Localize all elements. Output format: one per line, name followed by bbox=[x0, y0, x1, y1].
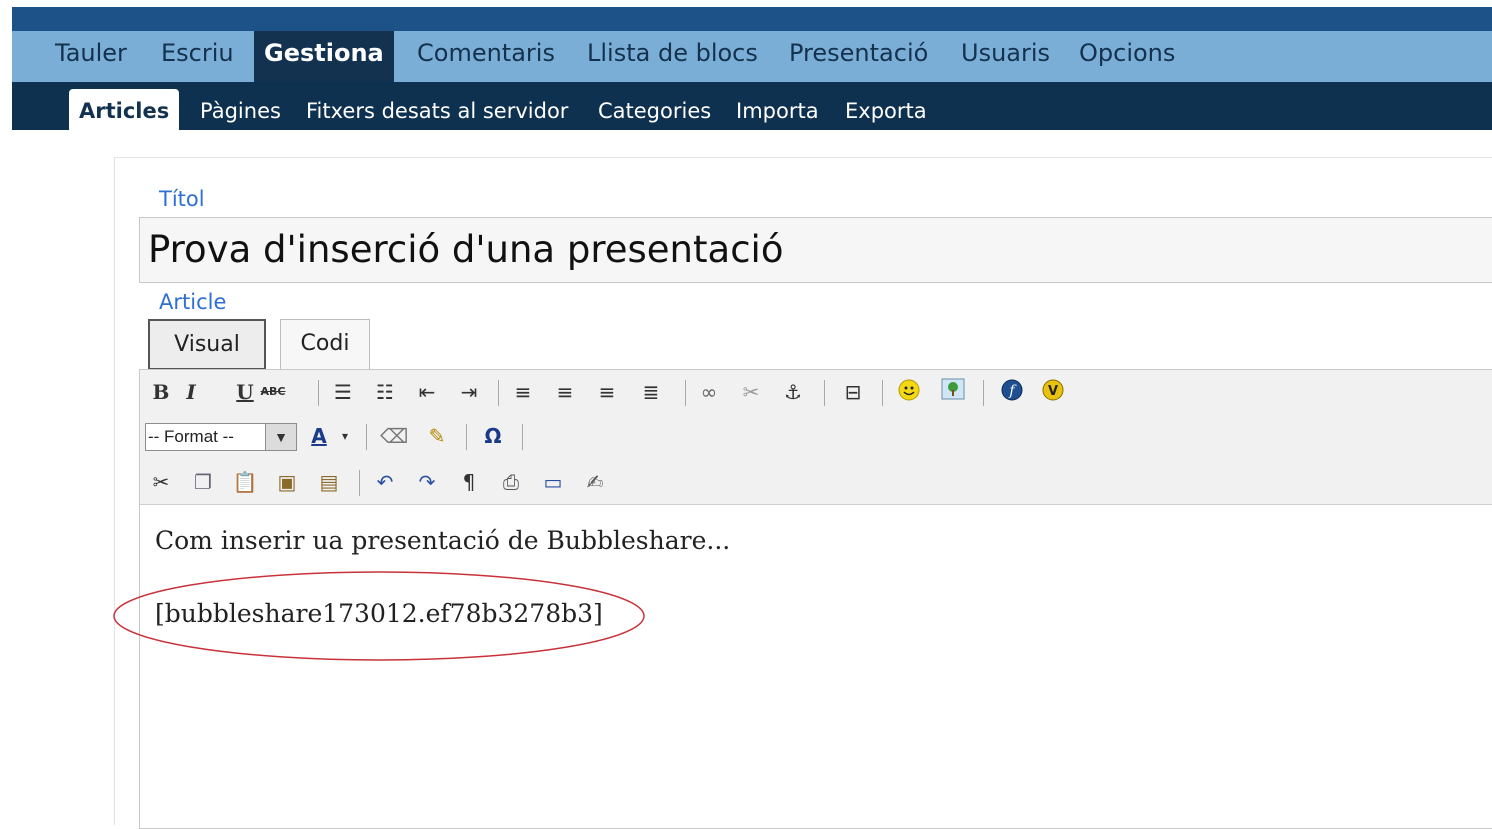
underline-icon[interactable]: U bbox=[232, 378, 258, 406]
left-margin bbox=[0, 0, 12, 824]
editor-toolbar: B I U ABC ☰ ☷ ⇤ ⇥ ≡ ≡ ≡ ≣ ∞ ✂ ⚓ ⊟ f V A … bbox=[140, 370, 1492, 505]
align-center-icon[interactable]: ≡ bbox=[552, 378, 578, 406]
anchor-icon[interactable]: ⚓ bbox=[780, 378, 806, 406]
copy-icon[interactable]: ❐ bbox=[190, 468, 216, 496]
sub-nav-importa[interactable]: Importa bbox=[736, 82, 819, 130]
paste-text-icon[interactable]: ▣ bbox=[274, 468, 300, 496]
toolbar-separator bbox=[882, 380, 883, 406]
text-color-icon[interactable]: A bbox=[306, 422, 332, 450]
undo-icon[interactable]: ↶ bbox=[372, 468, 398, 496]
main-nav-gestiona[interactable]: Gestiona bbox=[254, 31, 394, 82]
toolbar-separator bbox=[685, 380, 686, 406]
editor-line-1: Com inserir ua presentació de Bubbleshar… bbox=[155, 526, 731, 555]
sub-nav-exporta[interactable]: Exporta bbox=[845, 82, 927, 130]
sub-nav-categories[interactable]: Categories bbox=[598, 82, 711, 130]
sub-nav-fitxers[interactable]: Fitxers desats al servidor bbox=[306, 82, 568, 130]
top-bar bbox=[12, 7, 1492, 31]
article-label: Article bbox=[159, 290, 227, 314]
print-icon[interactable]: ⎙ bbox=[498, 468, 524, 496]
main-nav-comentaris[interactable]: Comentaris bbox=[417, 31, 555, 82]
toolbar-separator bbox=[522, 424, 523, 450]
toolbar-separator bbox=[498, 380, 499, 406]
format-select[interactable]: -- Format -- ▼ bbox=[145, 423, 297, 451]
toolbar-separator bbox=[466, 424, 467, 450]
toolbar-separator bbox=[359, 470, 360, 496]
smiley-icon[interactable] bbox=[896, 378, 922, 406]
main-nav-llista-de-blocs[interactable]: Llista de blocs bbox=[587, 31, 758, 82]
sub-nav: Articles Pàgines Fitxers desats al servi… bbox=[12, 82, 1492, 130]
strikethrough-icon[interactable]: ABC bbox=[260, 378, 286, 406]
image-icon[interactable] bbox=[940, 378, 966, 406]
paragraph-icon[interactable]: ¶ bbox=[456, 468, 482, 496]
fullscreen-icon[interactable]: ▭ bbox=[540, 468, 566, 496]
main-nav: Tauler Escriu Gestiona Comentaris Llista… bbox=[12, 31, 1492, 82]
format-select-value: -- Format -- bbox=[148, 427, 234, 446]
align-justify-icon[interactable]: ≣ bbox=[638, 378, 664, 406]
indent-icon[interactable]: ⇥ bbox=[456, 378, 482, 406]
video-icon[interactable]: V bbox=[1040, 378, 1066, 406]
flash-icon[interactable]: f bbox=[999, 378, 1025, 406]
highlight-circle bbox=[113, 571, 645, 661]
cleanup-icon[interactable]: ✎ bbox=[424, 422, 450, 450]
main-nav-usuaris[interactable]: Usuaris bbox=[961, 31, 1050, 82]
paste-word-icon[interactable]: ▤ bbox=[316, 468, 342, 496]
main-nav-presentacio[interactable]: Presentació bbox=[789, 31, 928, 82]
unlink-icon[interactable]: ✂ bbox=[738, 378, 764, 406]
italic-icon[interactable]: I bbox=[178, 378, 204, 406]
toolbar-separator bbox=[824, 380, 825, 406]
tab-visual[interactable]: Visual bbox=[148, 319, 266, 370]
main-nav-opcions[interactable]: Opcions bbox=[1079, 31, 1175, 82]
align-right-icon[interactable]: ≡ bbox=[594, 378, 620, 406]
link-icon[interactable]: ∞ bbox=[696, 378, 722, 406]
tab-codi[interactable]: Codi bbox=[280, 319, 370, 370]
chevron-down-icon[interactable]: ▾ bbox=[332, 422, 358, 450]
chevron-down-icon[interactable]: ▼ bbox=[265, 424, 296, 450]
toolbar-separator bbox=[983, 380, 984, 406]
more-break-icon[interactable]: ⊟ bbox=[840, 378, 866, 406]
cut-icon[interactable]: ✂ bbox=[148, 468, 174, 496]
svg-text:V: V bbox=[1048, 384, 1058, 399]
align-left-icon[interactable]: ≡ bbox=[510, 378, 536, 406]
toolbar-separator bbox=[366, 424, 367, 450]
remove-format-icon[interactable]: ⌫ bbox=[380, 422, 408, 450]
paste-icon[interactable]: 📋 bbox=[232, 468, 258, 496]
title-input[interactable]: Prova d'inserció d'una presentació bbox=[139, 217, 1492, 283]
outdent-icon[interactable]: ⇤ bbox=[414, 378, 440, 406]
bold-icon[interactable]: B bbox=[148, 378, 174, 406]
sub-nav-articles[interactable]: Articles bbox=[69, 89, 180, 130]
bullet-list-icon[interactable]: ☰ bbox=[330, 378, 356, 406]
top-strip bbox=[12, 0, 1492, 7]
main-nav-escriu[interactable]: Escriu bbox=[161, 31, 234, 82]
sub-nav-pagines[interactable]: Pàgines bbox=[200, 82, 281, 130]
redo-icon[interactable]: ↷ bbox=[414, 468, 440, 496]
main-nav-tauler[interactable]: Tauler bbox=[55, 31, 127, 82]
toolbar-separator bbox=[318, 380, 319, 406]
special-char-icon[interactable]: Ω bbox=[480, 422, 506, 450]
title-label: Títol bbox=[159, 187, 205, 211]
edit-html-icon[interactable]: ✍ bbox=[582, 468, 608, 496]
numbered-list-icon[interactable]: ☷ bbox=[372, 378, 398, 406]
